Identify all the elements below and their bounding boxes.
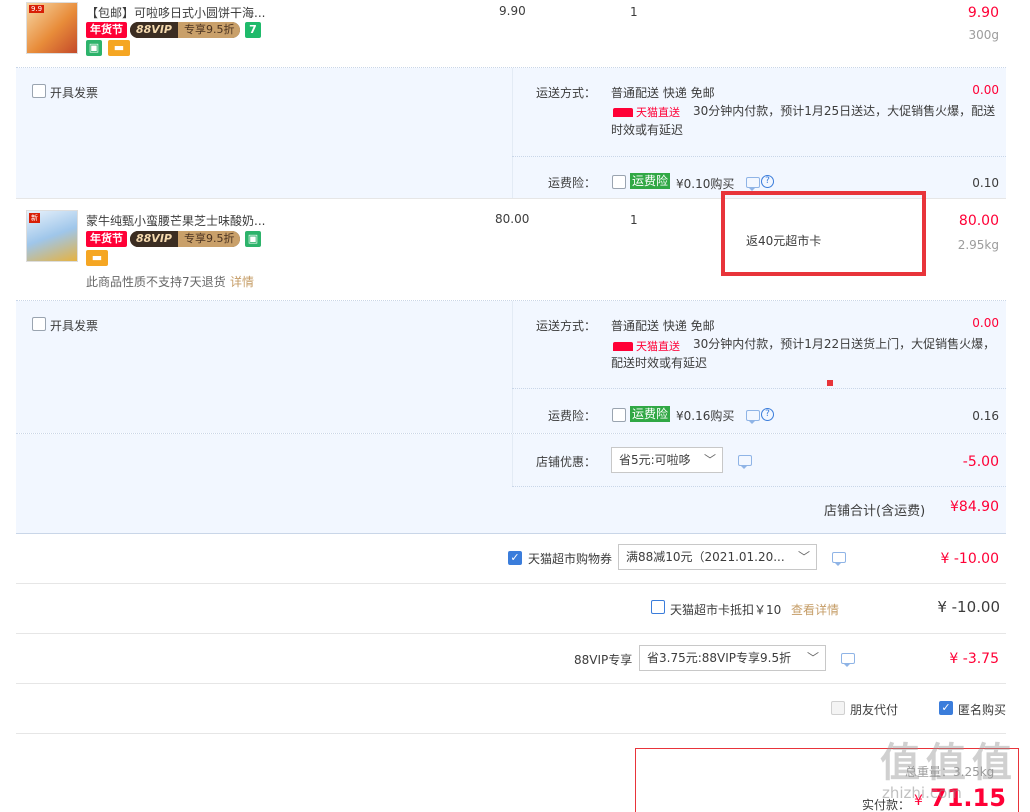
festival-tag: 年货节: [86, 231, 127, 247]
vip-tag-discount: 专享9.5折: [177, 231, 241, 247]
divider: [16, 533, 1006, 534]
divider: [512, 388, 1006, 389]
vip-discount-select-value: 省3.75元:88VIP专享9.5折: [647, 651, 792, 665]
insurance-price: ¥0.16购买: [676, 409, 735, 423]
no-return-notice: 此商品性质不支持7天退货: [86, 275, 226, 289]
divider: [16, 633, 1006, 634]
unit-price: 9.90: [499, 4, 526, 18]
certified-icon: ▣: [245, 231, 261, 247]
vip-tag-discount: 专享9.5折: [177, 22, 241, 38]
friend-pay-checkbox[interactable]: [831, 701, 845, 715]
supermarket-card-rebate: 返40元超市卡: [746, 234, 822, 248]
insurance-label: 运费险：: [548, 176, 597, 190]
red-marker: [827, 380, 833, 386]
insurance-label: 运费险：: [548, 409, 597, 423]
help-icon[interactable]: ?: [761, 408, 774, 421]
vip-tag-label: 88VIP: [130, 231, 178, 247]
insurance-badge: 运费险: [630, 406, 671, 422]
insurance-price: ¥0.10购买: [676, 177, 735, 191]
divider: [512, 486, 1006, 487]
no-return-detail-link[interactable]: 详情: [230, 273, 254, 290]
anonymous-label[interactable]: 匿名购买: [958, 701, 1006, 718]
shop-total-label: 店铺合计(含运费): [824, 504, 926, 519]
insurance-badge: 运费险: [630, 173, 671, 189]
watermark-logo: 值 值 值: [880, 740, 1012, 786]
quantity: 1: [630, 213, 638, 227]
seven-day-icon: 7: [245, 22, 261, 38]
unit-price: 80.00: [495, 212, 530, 226]
vip-discount-select[interactable]: 省3.75元:88VIP专享9.5折 ﹀: [639, 645, 826, 671]
coupon-value: ¥ -10.00: [940, 551, 1000, 567]
wallet-icon: ▬: [108, 40, 130, 56]
shipping-method-label: 运送方式：: [536, 86, 597, 100]
friend-pay-label[interactable]: 朋友代付: [850, 701, 898, 718]
delivery-note: 30分钟内付款，预计1月25日送达，大促销售火爆，配送时效或有延迟: [611, 104, 996, 137]
anonymous-checkbox[interactable]: ✓: [939, 701, 953, 715]
coupon-select-value: 满88减10元（2021.01.20...: [626, 550, 785, 564]
supermarket-card-detail-link[interactable]: 查看详情: [791, 601, 839, 618]
invoice-label[interactable]: 开具发票: [50, 84, 98, 101]
vip-tag-label: 88VIP: [130, 22, 178, 38]
coupon-checkbox[interactable]: ✓: [508, 551, 522, 565]
insurance-checkbox[interactable]: [612, 408, 626, 422]
product-thumbnail-cookies[interactable]: 9.9: [26, 2, 78, 54]
message-icon[interactable]: [746, 410, 760, 424]
invoice-checkbox[interactable]: [32, 84, 46, 98]
shop-discount-value: -5.00: [962, 454, 999, 470]
vip-discount-label: 88VIP专享: [574, 653, 633, 667]
message-icon[interactable]: [841, 653, 855, 667]
delivery-note: 30分钟内付款，预计1月22日送货上门，大促销售火爆，配送时效或有延迟: [611, 337, 996, 370]
shipping-method-value: 普通配送 快递 免邮: [611, 86, 715, 100]
invoice-checkbox[interactable]: [32, 317, 46, 331]
watermark-site: zhizhi.com: [882, 784, 962, 802]
divider: [16, 683, 1006, 684]
message-icon[interactable]: [746, 177, 760, 191]
shop-total-value: ¥84.90: [950, 499, 999, 515]
quantity: 1: [630, 5, 638, 19]
shop-discount-select[interactable]: 省5元:可啦哆 ﹀: [611, 447, 723, 473]
insurance-fee: 0.16: [972, 409, 999, 423]
item-subtotal: 80.00: [958, 213, 999, 229]
item-weight: 2.95kg: [957, 238, 999, 252]
product-name-cookies[interactable]: 【包邮】可啦哆日式小圆饼干海...: [86, 4, 265, 21]
wallet-icon: ▬: [86, 250, 108, 266]
supermarket-card-label: 天猫超市卡抵扣￥10: [670, 603, 782, 617]
divider: [16, 583, 1006, 584]
supermarket-card-value: ¥ -10.00: [937, 598, 1000, 616]
festival-tag: 年货节: [86, 22, 127, 38]
vip-discount-tag: 88VIP 专享9.5折: [130, 231, 241, 247]
item-subtotal: 9.90: [967, 5, 999, 21]
vip-discount-value: ¥ -3.75: [949, 651, 999, 667]
item-weight: 300g: [968, 28, 999, 42]
certified-icon: ▣: [86, 40, 102, 56]
product-thumbnail-yogurt[interactable]: 新: [26, 210, 78, 262]
insurance-fee: 0.10: [972, 176, 999, 190]
coupon-select[interactable]: 满88减10元（2021.01.20... ﹀: [618, 544, 817, 570]
chevron-down-icon: ﹀: [806, 651, 819, 665]
help-icon[interactable]: ?: [761, 175, 774, 188]
shipping-fee: 0.00: [972, 83, 999, 97]
chevron-down-icon: ﹀: [703, 453, 716, 467]
shop-discount-select-value: 省5元:可啦哆: [619, 453, 691, 467]
invoice-label[interactable]: 开具发票: [50, 317, 98, 334]
vip-discount-tag: 88VIP 专享9.5折: [130, 22, 241, 38]
message-icon[interactable]: [832, 552, 846, 566]
shop-discount-label: 店铺优惠：: [536, 455, 597, 469]
supermarket-card-checkbox[interactable]: [651, 600, 665, 614]
product-name-yogurt[interactable]: 蒙牛纯甄小蛮腰芒果芝士味酸奶...: [86, 212, 265, 229]
coupon-label: 天猫超市购物券: [528, 552, 613, 566]
shipping-fee: 0.00: [972, 316, 999, 330]
chevron-down-icon: ﹀: [797, 550, 810, 564]
insurance-checkbox[interactable]: [612, 175, 626, 189]
divider: [16, 733, 1006, 734]
divider: [512, 156, 1006, 157]
shipping-method-value: 普通配送 快递 免邮: [611, 319, 715, 333]
shipping-method-label: 运送方式：: [536, 319, 597, 333]
message-icon[interactable]: [738, 455, 752, 469]
